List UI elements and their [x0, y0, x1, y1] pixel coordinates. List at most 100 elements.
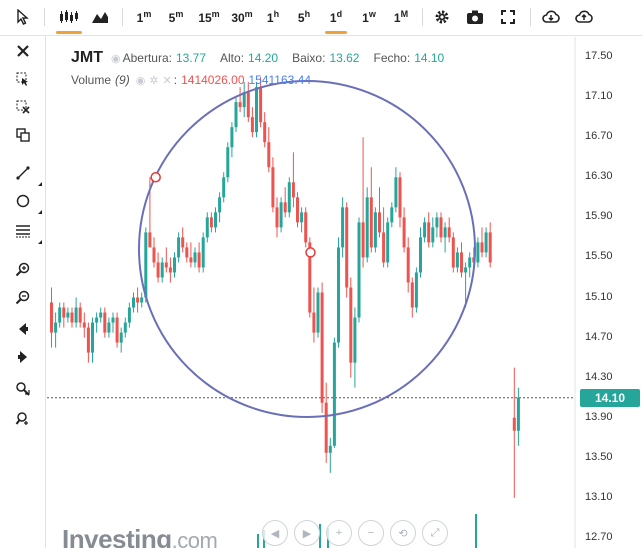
candle — [119, 327, 123, 353]
candle — [341, 197, 345, 258]
timeframe-1h-button[interactable]: 1h — [261, 4, 285, 30]
candle — [250, 107, 254, 138]
horizontal-lines-icon[interactable] — [12, 220, 42, 244]
candle — [455, 247, 459, 273]
settings-gear-icon[interactable] — [430, 4, 454, 30]
symbol-name: JMT — [71, 49, 103, 66]
candle — [328, 437, 332, 473]
price-tick-label: 14.30 — [585, 370, 613, 383]
nav-reset-icon[interactable]: ⟲ — [390, 520, 416, 546]
zoom-reset-icon[interactable] — [12, 378, 34, 400]
candle — [279, 197, 283, 233]
nav-zoom-in-icon[interactable]: + — [326, 520, 352, 546]
high-value: 14.20 — [248, 51, 279, 65]
timeframe-5m-button[interactable]: 5m — [163, 4, 189, 30]
timeframe-30m-button[interactable]: 30m — [227, 4, 257, 30]
candle — [312, 287, 316, 343]
watermark-suffix: .com — [171, 528, 218, 548]
candle — [160, 257, 164, 283]
candle — [185, 242, 189, 263]
candle — [378, 187, 381, 238]
candle — [197, 242, 201, 273]
clone-icon[interactable] — [12, 124, 34, 146]
trend-line-icon[interactable] — [12, 162, 42, 186]
scroll-left-icon[interactable] — [12, 318, 34, 340]
nav-scroll-left-icon[interactable]: ◀ — [262, 520, 288, 546]
camera-screenshot-icon[interactable] — [463, 4, 487, 30]
price-tick-label: 14.70 — [585, 330, 613, 343]
ellipse-icon[interactable] — [12, 190, 42, 214]
cloud-download-icon[interactable] — [538, 4, 564, 30]
timeframe-1m-button[interactable]: 1m — [131, 4, 157, 30]
candle — [447, 217, 451, 243]
candle — [95, 312, 99, 333]
timeframe-label: 30m — [231, 9, 253, 25]
timeframe-label: 1d — [329, 9, 343, 25]
candle — [423, 217, 427, 243]
candle — [99, 307, 103, 323]
candle — [304, 207, 308, 248]
price-tick-label: 17.50 — [585, 50, 613, 63]
candle — [484, 227, 488, 258]
candle — [287, 177, 291, 218]
open-value: 13.77 — [175, 51, 207, 65]
price-tick-label: 12.70 — [585, 530, 613, 543]
candle — [357, 217, 361, 323]
candle — [132, 292, 135, 313]
chart-navigation: ◀ ▶ + − ⟲ ⤢ — [262, 520, 448, 548]
delete-drawings-icon[interactable] — [12, 96, 34, 118]
timeframe-1w-button[interactable]: 1w — [356, 4, 382, 30]
nav-fit-icon[interactable]: ⤢ — [422, 520, 448, 546]
timeframe-label: 1w — [362, 9, 376, 25]
select-cursor-icon[interactable] — [12, 68, 34, 90]
candle — [337, 237, 340, 348]
candle — [246, 82, 250, 123]
settings-gear-icon[interactable]: ✲ — [149, 74, 158, 87]
candle — [91, 317, 94, 363]
candle — [512, 367, 516, 498]
candle — [410, 277, 414, 318]
candle — [316, 287, 320, 338]
visibility-eye-icon[interactable]: ◉ — [111, 52, 121, 65]
visibility-eye-icon[interactable]: ◉ — [136, 74, 146, 87]
area-chart-type-icon[interactable] — [88, 4, 112, 30]
investing-watermark-logo: Investing.com — [62, 524, 218, 548]
price-tick-label: 15.90 — [585, 210, 613, 223]
candle — [86, 322, 90, 363]
cursor-icon[interactable] — [10, 4, 36, 30]
candle — [111, 312, 115, 333]
chart-canvas[interactable]: JMT ◉ Abertura: 13.77 Alto: 14.20 Baixo:… — [47, 37, 642, 548]
timeframe-15m-button[interactable]: 15m — [194, 4, 224, 30]
remove-indicator-icon[interactable]: ✕ — [163, 74, 172, 87]
candle — [386, 217, 390, 268]
nav-zoom-out-icon[interactable]: − — [358, 520, 384, 546]
candle — [140, 292, 144, 308]
candles-chart-type-icon[interactable] — [54, 4, 84, 34]
candle — [283, 187, 287, 218]
fullscreen-icon[interactable] — [496, 4, 520, 30]
chart-app: 1m 5m 15m 30m 1h 5h 1d 1w 1M JMT ◉ Abert… — [0, 0, 642, 548]
magnet-zoom-icon[interactable] — [12, 408, 34, 430]
close-icon[interactable] — [12, 40, 34, 62]
timeframe-1M-button[interactable]: 1M — [388, 4, 414, 30]
candle — [516, 387, 520, 446]
candle — [476, 237, 480, 268]
candle — [353, 307, 357, 388]
candle — [189, 242, 193, 268]
price-chart-svg[interactable] — [47, 37, 642, 548]
timeframe-label: 15m — [198, 9, 220, 25]
scroll-right-icon[interactable] — [12, 346, 34, 368]
candle — [382, 207, 386, 268]
price-tick-label: 15.50 — [585, 250, 613, 263]
candle — [451, 232, 455, 273]
timeframe-5h-button[interactable]: 5h — [292, 4, 316, 30]
nav-scroll-right-icon[interactable]: ▶ — [294, 520, 320, 546]
zoom-in-icon[interactable] — [12, 258, 34, 280]
close-value: 14.10 — [414, 51, 445, 65]
price-axis[interactable]: 17.50 17.10 16.70 16.30 15.90 15.50 15.10 14.70… — [575, 37, 642, 548]
candle — [300, 207, 304, 233]
candle — [271, 157, 275, 213]
timeframe-1d-button[interactable]: 1d — [323, 4, 349, 34]
cloud-upload-icon[interactable] — [571, 4, 597, 30]
zoom-out-icon[interactable] — [12, 286, 34, 308]
